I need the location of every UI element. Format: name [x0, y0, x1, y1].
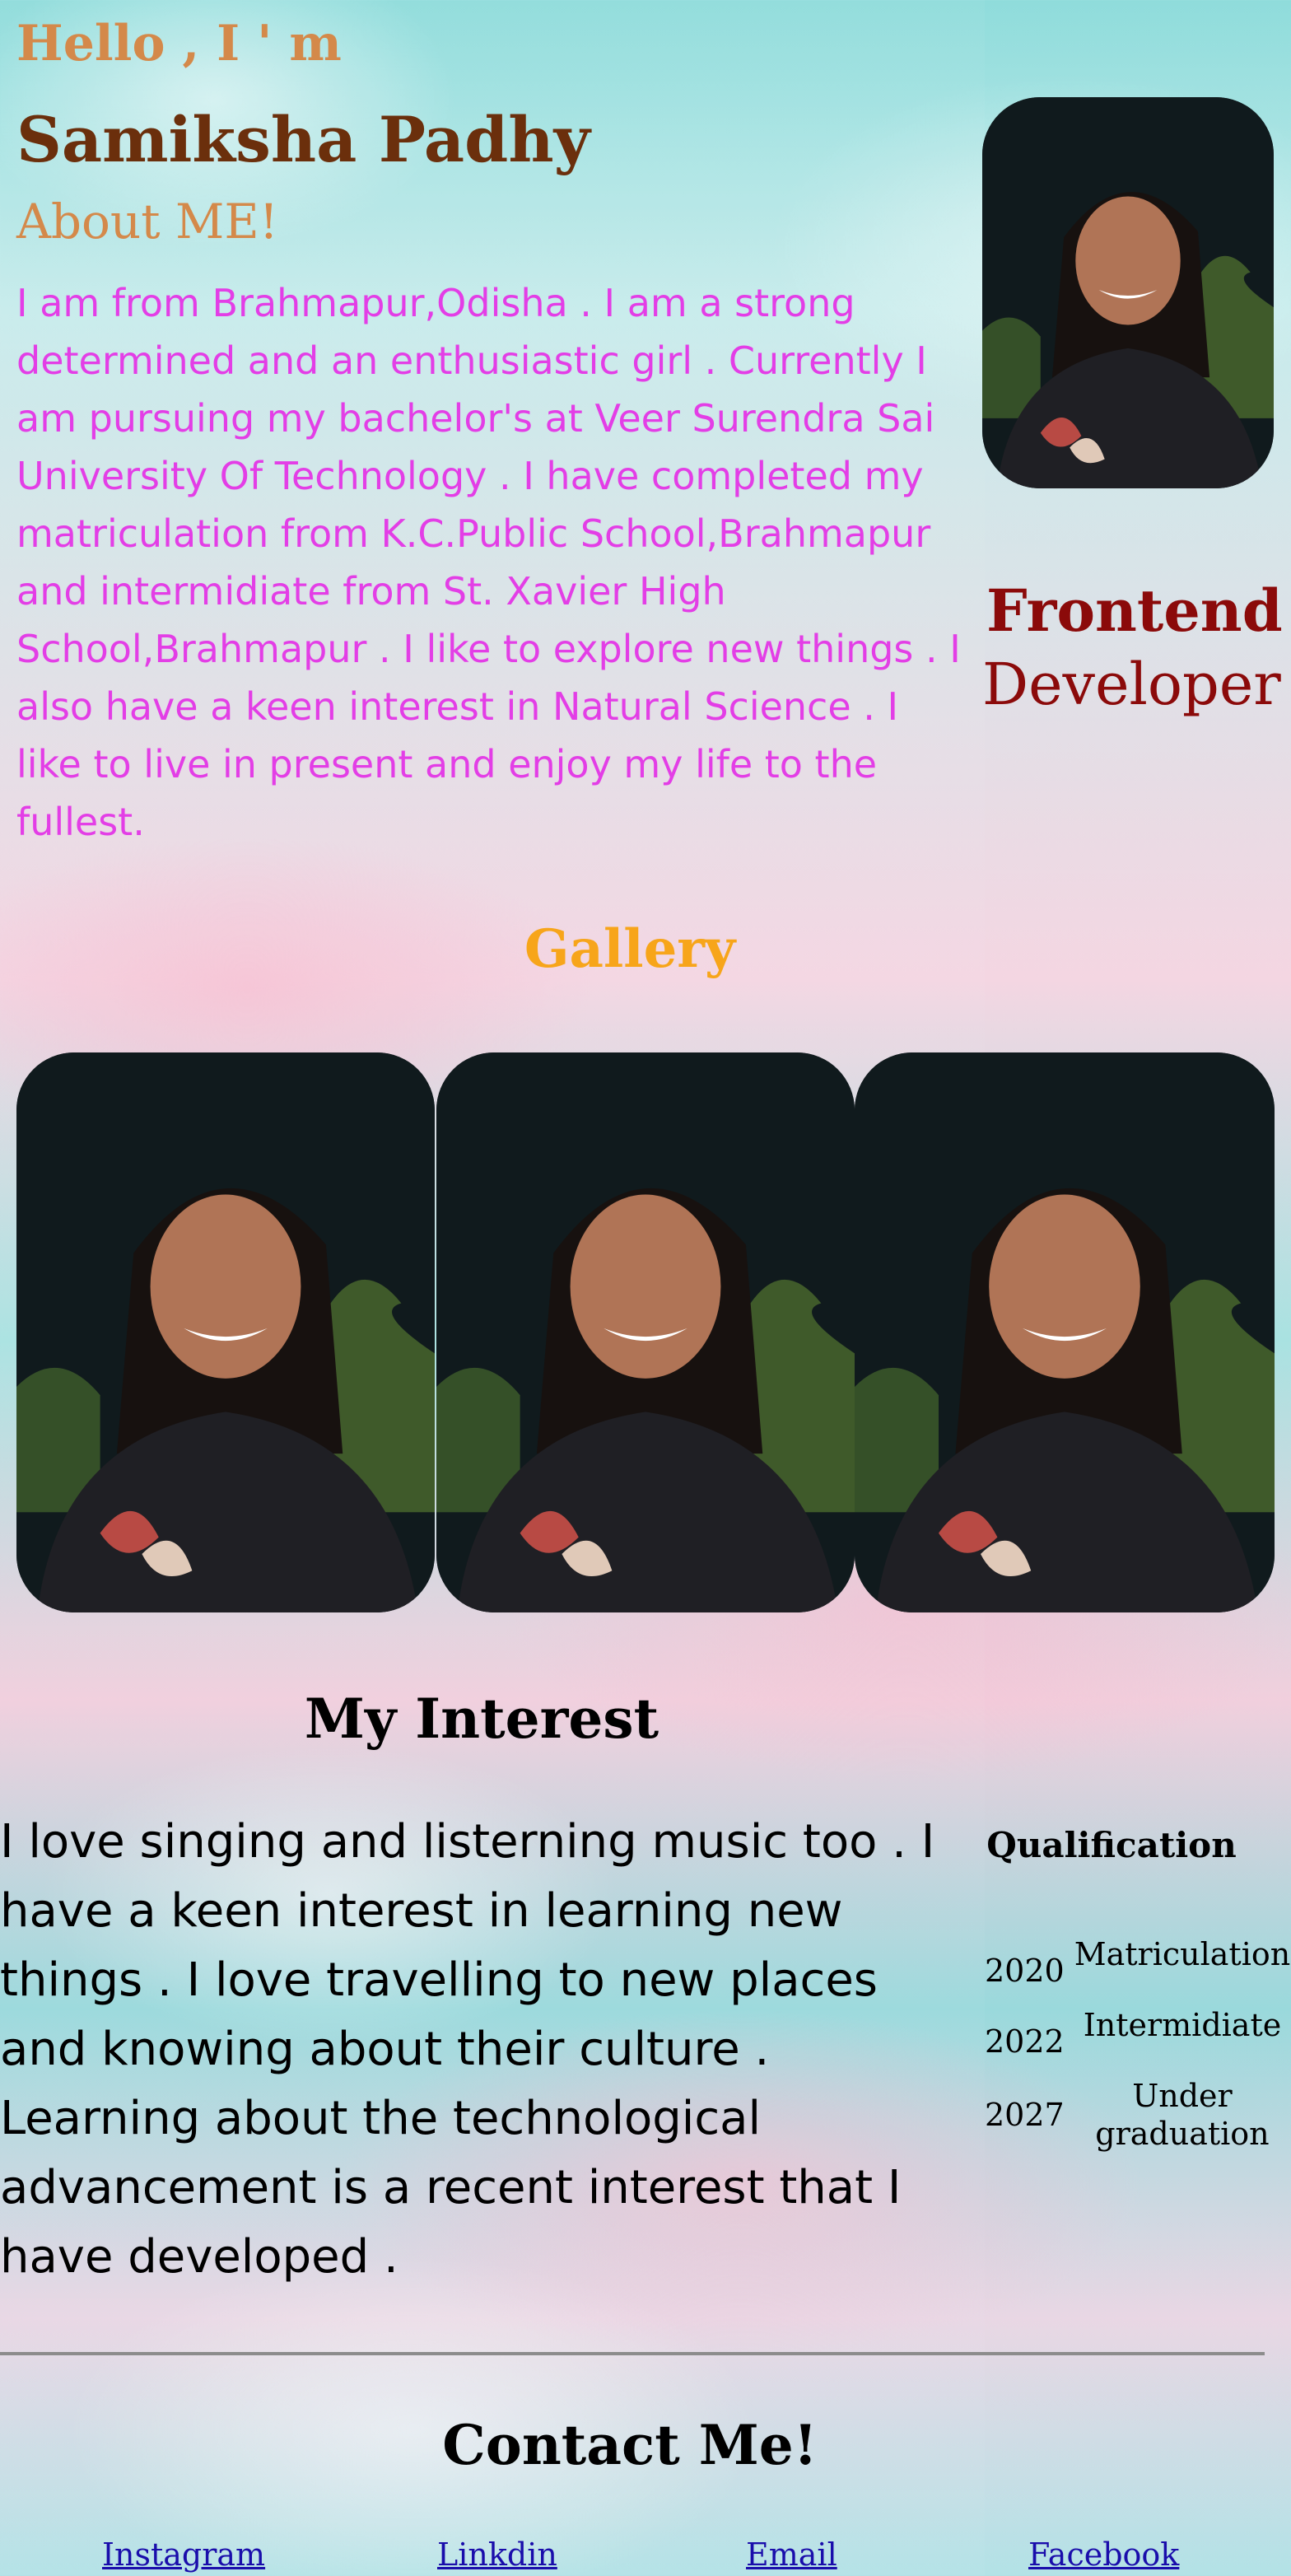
role-title-line2: Developer — [982, 651, 1281, 718]
qualification-name: Under graduation — [1095, 2078, 1270, 2152]
qualification-year: 2027 — [985, 2097, 1065, 2133]
portrait-image — [436, 1052, 855, 1612]
profile-photo — [982, 97, 1274, 488]
qualification-year: 2020 — [985, 1953, 1065, 1989]
about-paragraph: I am from Brahmapur,Odisha . I am a stro… — [16, 281, 961, 844]
linkedin-link[interactable]: Linkdin — [437, 2536, 557, 2573]
facebook-link[interactable]: Facebook — [1028, 2536, 1179, 2573]
email-link[interactable]: Email — [746, 2536, 837, 2573]
portrait-image — [982, 97, 1274, 488]
gallery-photo-2 — [436, 1052, 855, 1612]
interest-paragraph: I love singing and listerning music too … — [0, 1815, 935, 2284]
qualification-name: Matriculation — [1074, 1936, 1291, 1972]
role-title-line1: Frontend — [986, 576, 1283, 645]
gallery-photo-1 — [16, 1052, 435, 1612]
name-heading: Samiksha Padhy — [16, 103, 590, 176]
qualification-year: 2022 — [985, 2023, 1065, 2060]
gallery-heading: Gallery — [524, 918, 736, 980]
interest-heading: My Interest — [304, 1687, 659, 1751]
about-title: About ME! — [16, 194, 279, 250]
gallery-photo-3 — [855, 1052, 1275, 1612]
qualification-name: Intermidiate — [1083, 2007, 1282, 2043]
portrait-image — [16, 1052, 435, 1612]
qualification-row: 2020 Matriculation — [980, 1935, 1291, 2006]
contact-heading: Contact Me! — [442, 2413, 818, 2477]
qualification-row: 2027 Under graduation — [980, 2077, 1291, 2153]
section-divider — [0, 2352, 1265, 2355]
qualification-row: 2022 Intermidiate — [980, 2006, 1291, 2077]
greeting-heading: Hello , I ' m — [16, 15, 342, 72]
portrait-image — [855, 1052, 1275, 1612]
qualification-table: 2020 Matriculation 2022 Intermidiate 202… — [980, 1935, 1291, 2153]
instagram-link[interactable]: Instagram — [102, 2536, 265, 2573]
qualification-heading: Qualification — [986, 1825, 1237, 1865]
